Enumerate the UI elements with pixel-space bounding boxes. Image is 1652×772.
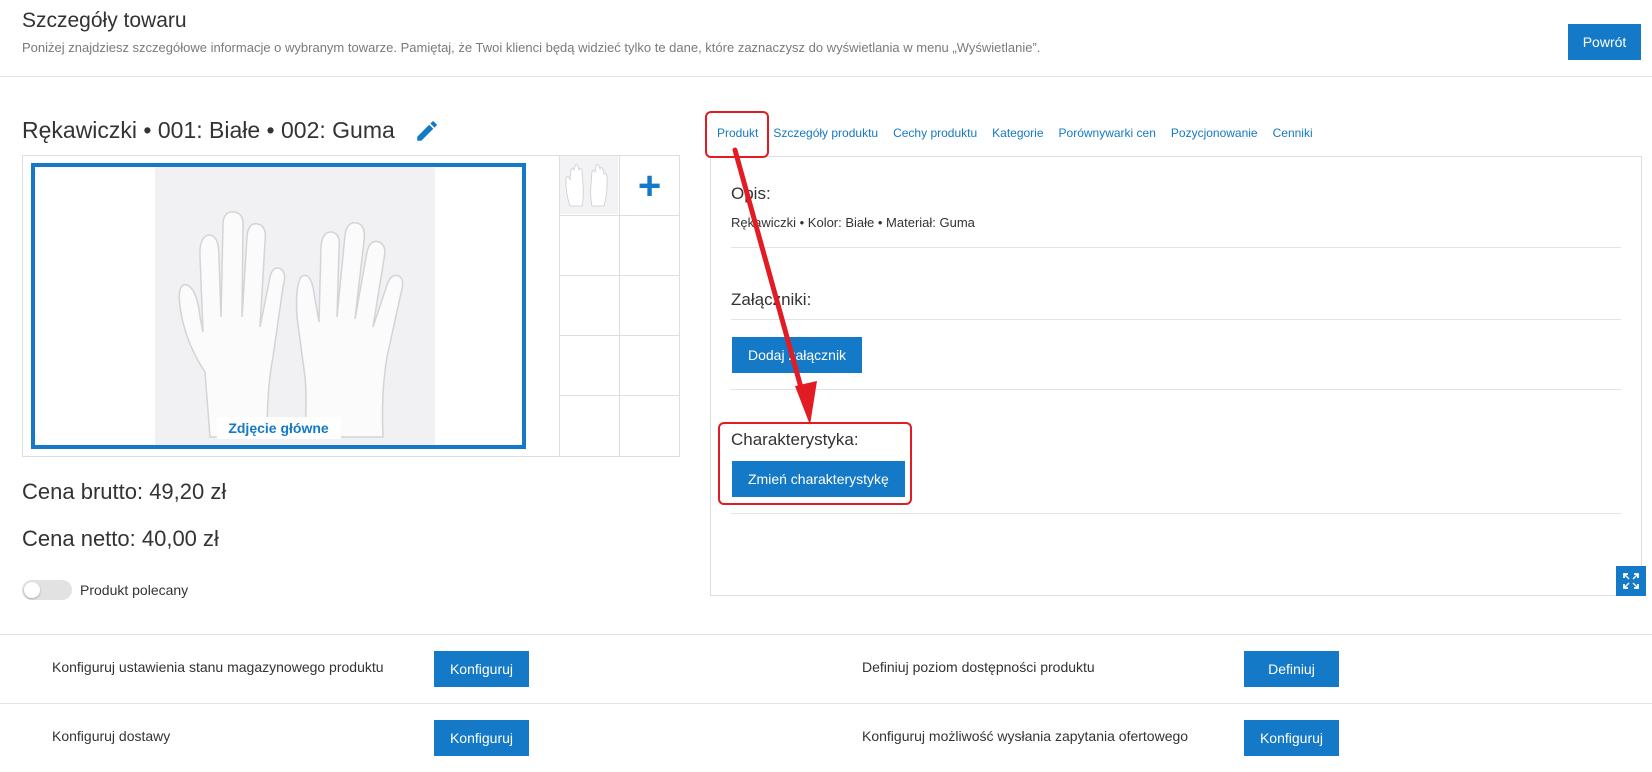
thumbnail-grid: + [559,156,679,456]
divider [731,389,1621,390]
page-title: Szczegóły towaru [22,9,187,32]
thumbnail-slot[interactable] [559,396,619,456]
thumbnail-1[interactable] [559,156,619,216]
highlight-characteristic [718,422,912,505]
tab-szczegoly-produktu[interactable]: Szczegóły produktu [773,126,878,148]
inquiry-config-label: Konfiguruj możliwość wysłania zapytania … [862,728,1189,744]
availability-config-label: Definiuj poziom dostępności produktu [862,659,1095,675]
delivery-config-button[interactable]: Konfiguruj [434,720,529,756]
main-photo-label: Zdjęcie główne [216,417,341,439]
tab-porownywarki-cen[interactable]: Porównywarki cen [1059,126,1156,148]
thumbnail-slot[interactable] [619,336,679,396]
expand-icon[interactable] [1616,566,1646,596]
divider [731,247,1621,248]
divider [731,513,1621,514]
config-row-delivery: Konfiguruj dostawy Konfiguruj Konfiguruj… [0,703,1652,772]
thumbnail-slot[interactable] [559,336,619,396]
description-text: Rękawiczki • Kolor: Białe • Materiał: Gu… [731,215,975,230]
tab-kategorie[interactable]: Kategorie [992,126,1043,148]
recommended-toggle[interactable] [22,580,72,600]
price-net: Cena netto: 40,00 zł [22,526,219,551]
product-title: Rękawiczki • 001: Białe • 002: Guma [22,117,395,143]
page-header: Szczegóły towaru Poniżej znajdziesz szcz… [0,0,1652,77]
gloves-image [155,167,435,445]
thumbnail-slot[interactable] [619,276,679,336]
inquiry-config-button[interactable]: Konfiguruj [1244,720,1339,756]
thumbnail-slot[interactable] [559,216,619,276]
recommended-label: Produkt polecany [80,582,189,598]
page-subtitle: Poniżej znajdziesz szczegółowe informacj… [22,40,1041,55]
tab-cechy-produktu[interactable]: Cechy produktu [893,126,977,148]
divider [731,319,1621,320]
tab-panel: Opis: Rękawiczki • Kolor: Białe • Materi… [710,156,1646,596]
add-photo-button[interactable]: + [619,156,679,216]
stock-config-button[interactable]: Konfiguruj [434,651,529,687]
highlight-produkt-tab [705,111,769,158]
stock-config-label: Konfiguruj ustawienia stanu magazynowego… [52,659,384,675]
thumbnail-slot[interactable] [559,276,619,336]
thumbnail-slot[interactable] [619,396,679,456]
description-label: Opis: [731,184,771,203]
price-gross: Cena brutto: 49,20 zł [22,479,227,504]
tab-cenniki[interactable]: Cenniki [1273,126,1313,148]
delivery-config-label: Konfiguruj dostawy [52,728,171,744]
product-tabs: Produkt Szczegóły produktu Cechy produkt… [709,126,1328,148]
tab-pozycjonowanie[interactable]: Pozycjonowanie [1171,126,1258,148]
back-button[interactable]: Powrót [1568,24,1641,60]
plus-icon: + [637,163,662,208]
config-row-stock: Konfiguruj ustawienia stanu magazynowego… [0,634,1652,703]
thumbnail-slot[interactable] [619,216,679,276]
attachments-label: Załączniki: [731,290,812,309]
add-attachment-button[interactable]: Dodaj załącznik [732,337,863,373]
product-gallery: Zdjęcie główne + [22,155,680,457]
main-photo[interactable]: Zdjęcie główne [31,163,526,449]
pencil-icon[interactable] [414,118,440,144]
availability-define-button[interactable]: Definiuj [1244,651,1339,687]
